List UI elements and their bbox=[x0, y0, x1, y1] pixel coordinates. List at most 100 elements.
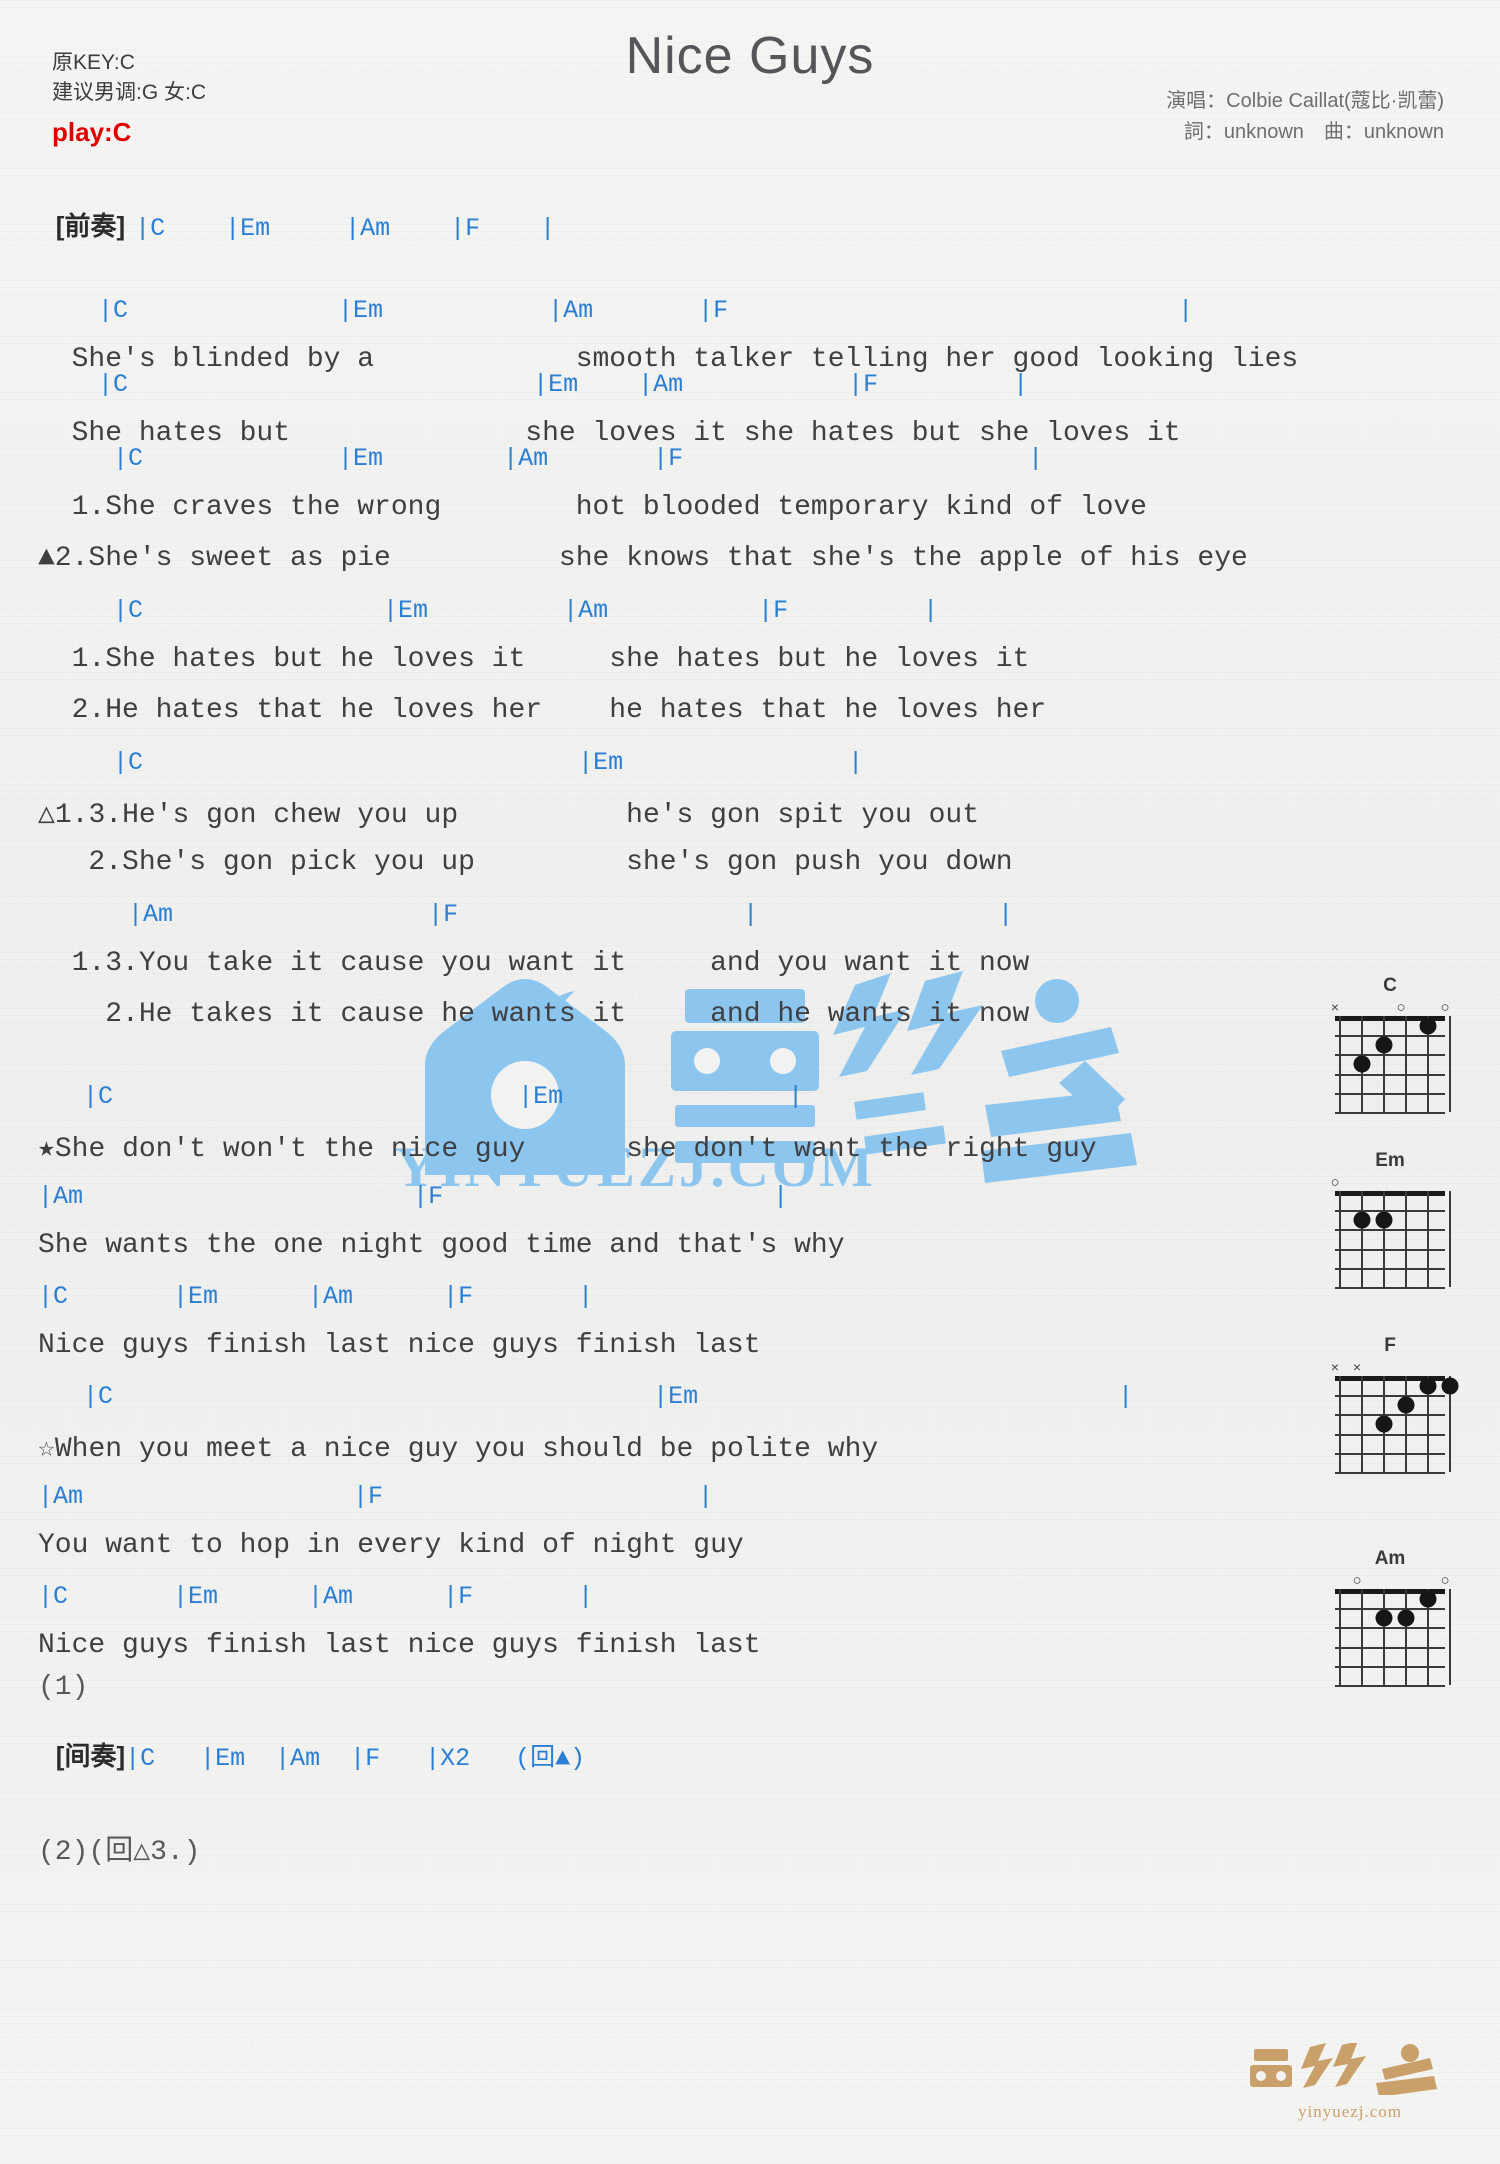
fret-line bbox=[1335, 1414, 1445, 1417]
finger-dot bbox=[1419, 1590, 1437, 1608]
chord-diagram-name: Em bbox=[1375, 1150, 1405, 1171]
intro-line: [前奏] |C |Em |Am |F | bbox=[38, 188, 555, 261]
chord-row: |C |Em |Am |F | bbox=[38, 370, 1029, 399]
fret-line bbox=[1335, 1073, 1445, 1076]
fret-line bbox=[1335, 1452, 1445, 1455]
finger-dot bbox=[1397, 1609, 1415, 1627]
string-line bbox=[1383, 1191, 1385, 1287]
finger-dot bbox=[1441, 1377, 1459, 1395]
finger-dot bbox=[1375, 1609, 1393, 1627]
fret-line bbox=[1335, 1472, 1445, 1474]
chord-row: |C |Em | bbox=[38, 1382, 1134, 1411]
intro-chords: |C |Em |Am |F | bbox=[135, 214, 556, 243]
finger-dot bbox=[1353, 1055, 1371, 1073]
lyric-row: 2.She's gon pick you up she's gon push y… bbox=[38, 847, 1013, 878]
chord-open-mute-markers: × × bbox=[1330, 1360, 1450, 1376]
finger-dot bbox=[1375, 1415, 1393, 1433]
fret-line bbox=[1335, 1035, 1445, 1038]
fret-line bbox=[1335, 1627, 1445, 1630]
original-key: 原KEY:C bbox=[52, 51, 135, 74]
chord-row: |C |Em |Am |F | bbox=[38, 596, 939, 625]
singer-credit: 演唱：Colbie Caillat(蔻比·凯蕾) bbox=[1166, 90, 1444, 112]
fret-line bbox=[1335, 1267, 1445, 1270]
lyric-row: You want to hop in every kind of night g… bbox=[38, 1530, 744, 1561]
fret-line bbox=[1335, 1210, 1445, 1213]
fret-line bbox=[1335, 1433, 1445, 1436]
string-line bbox=[1383, 1016, 1385, 1112]
fret-line bbox=[1335, 1054, 1445, 1057]
finger-dot bbox=[1375, 1211, 1393, 1229]
page-title: Nice Guys bbox=[625, 27, 875, 85]
chord-open-mute-markers: ○ bbox=[1330, 1175, 1450, 1191]
lyric-row: Nice guys finish last nice guys finish l… bbox=[38, 1330, 761, 1361]
lyric-row: ☆When you meet a nice guy you should be … bbox=[38, 1434, 879, 1465]
chord-open-mute-markers: × ○ ○ bbox=[1330, 1000, 1450, 1016]
chord-row: |C |Em |Am |F | bbox=[38, 296, 1194, 325]
lyric-row: ▲2.She's sweet as pie she knows that she… bbox=[38, 543, 1248, 574]
string-line bbox=[1361, 1191, 1363, 1287]
lyric-row: She wants the one night good time and th… bbox=[38, 1230, 845, 1261]
chord-diagram-c: C × ○ ○ bbox=[1330, 975, 1451, 1114]
string-line bbox=[1449, 1589, 1451, 1685]
fret-line bbox=[1335, 1092, 1445, 1095]
chord-diagram-f: F × × bbox=[1330, 1335, 1459, 1474]
chord-row: |C |Em | bbox=[38, 1082, 804, 1111]
chord-open-mute-markers: ○ ○ bbox=[1330, 1573, 1450, 1589]
chord-row: |C |Em |Am |F | bbox=[38, 1282, 594, 1311]
fretboard-grid bbox=[1335, 1376, 1459, 1474]
finger-dot bbox=[1419, 1017, 1437, 1035]
repeat-marker-2: (2)(回△3.) bbox=[38, 1837, 201, 1868]
interlude-chords: |C |Em |Am |F |X2 (回▲) bbox=[125, 1744, 586, 1773]
fret-line bbox=[1335, 1395, 1445, 1398]
fret-line bbox=[1335, 1229, 1445, 1232]
chord-diagram-name: C bbox=[1383, 975, 1397, 996]
string-line bbox=[1405, 1589, 1407, 1685]
lyric-row: 1.She hates but he loves it she hates bu… bbox=[38, 644, 1030, 675]
string-line bbox=[1339, 1191, 1341, 1287]
string-line bbox=[1449, 1191, 1451, 1287]
repeat-marker-1: (1) bbox=[38, 1672, 89, 1703]
intro-tag: [前奏] bbox=[55, 211, 126, 241]
fret-line bbox=[1335, 1112, 1445, 1114]
lyric-row: 2.He takes it cause he wants it and he w… bbox=[38, 999, 1030, 1030]
interlude-line: [间奏]|C |Em |Am |F |X2 (回▲) bbox=[38, 1718, 585, 1791]
chord-diagram-name: F bbox=[1384, 1335, 1396, 1356]
fretboard-grid bbox=[1335, 1016, 1451, 1114]
fret-line bbox=[1335, 1248, 1445, 1251]
mute-string-icon: × bbox=[1330, 999, 1340, 1015]
finger-dot bbox=[1397, 1396, 1415, 1414]
play-key: play:C bbox=[52, 117, 132, 147]
chord-diagram-em: Em ○ bbox=[1330, 1150, 1451, 1289]
chord-row: |C |Em |Am |F | bbox=[38, 1582, 594, 1611]
chord-diagram-am: Am ○ ○ bbox=[1330, 1548, 1451, 1687]
string-line bbox=[1449, 1016, 1451, 1112]
lyric-row: 1.3.You take it cause you want it and yo… bbox=[38, 948, 1030, 979]
lyric-row: △1.3.He's gon chew you up he's gon spit … bbox=[38, 800, 980, 831]
lyric-row: ★She don't won't the nice guy she don't … bbox=[38, 1134, 1097, 1165]
string-line bbox=[1383, 1589, 1385, 1685]
finger-dot bbox=[1419, 1377, 1437, 1395]
open-string-icon: ○ bbox=[1440, 1572, 1450, 1589]
lyric-row: 2.He hates that he loves her he hates th… bbox=[38, 695, 1047, 726]
chord-sheet: Nice Guys 原KEY:C 建议男调:G 女:C play:C 演唱：Co… bbox=[0, 0, 1500, 2164]
finger-dot bbox=[1353, 1211, 1371, 1229]
finger-dot bbox=[1375, 1036, 1393, 1054]
chord-row: |Am |F | | bbox=[38, 900, 1014, 929]
chord-row: |C |Em |Am |F | bbox=[38, 444, 1044, 473]
string-line bbox=[1405, 1191, 1407, 1287]
suggested-key: 建议男调:G 女:C bbox=[52, 81, 207, 104]
fret-line bbox=[1335, 1685, 1445, 1687]
fretboard-grid bbox=[1335, 1589, 1451, 1687]
string-line bbox=[1339, 1376, 1341, 1472]
fret-line bbox=[1335, 1646, 1445, 1649]
chord-diagram-name: Am bbox=[1374, 1548, 1406, 1569]
open-string-icon: ○ bbox=[1440, 999, 1450, 1016]
string-line bbox=[1405, 1376, 1407, 1472]
credits-block: 演唱：Colbie Caillat(蔻比·凯蕾) 詞：unknown 曲：unk… bbox=[1166, 86, 1444, 148]
chord-row: |Am |F | bbox=[38, 1182, 789, 1211]
open-string-icon: ○ bbox=[1352, 1572, 1362, 1589]
chord-row: |Am |F | bbox=[38, 1482, 714, 1511]
mute-string-icon: × bbox=[1352, 1359, 1362, 1375]
string-line bbox=[1361, 1589, 1363, 1685]
string-line bbox=[1339, 1016, 1341, 1112]
